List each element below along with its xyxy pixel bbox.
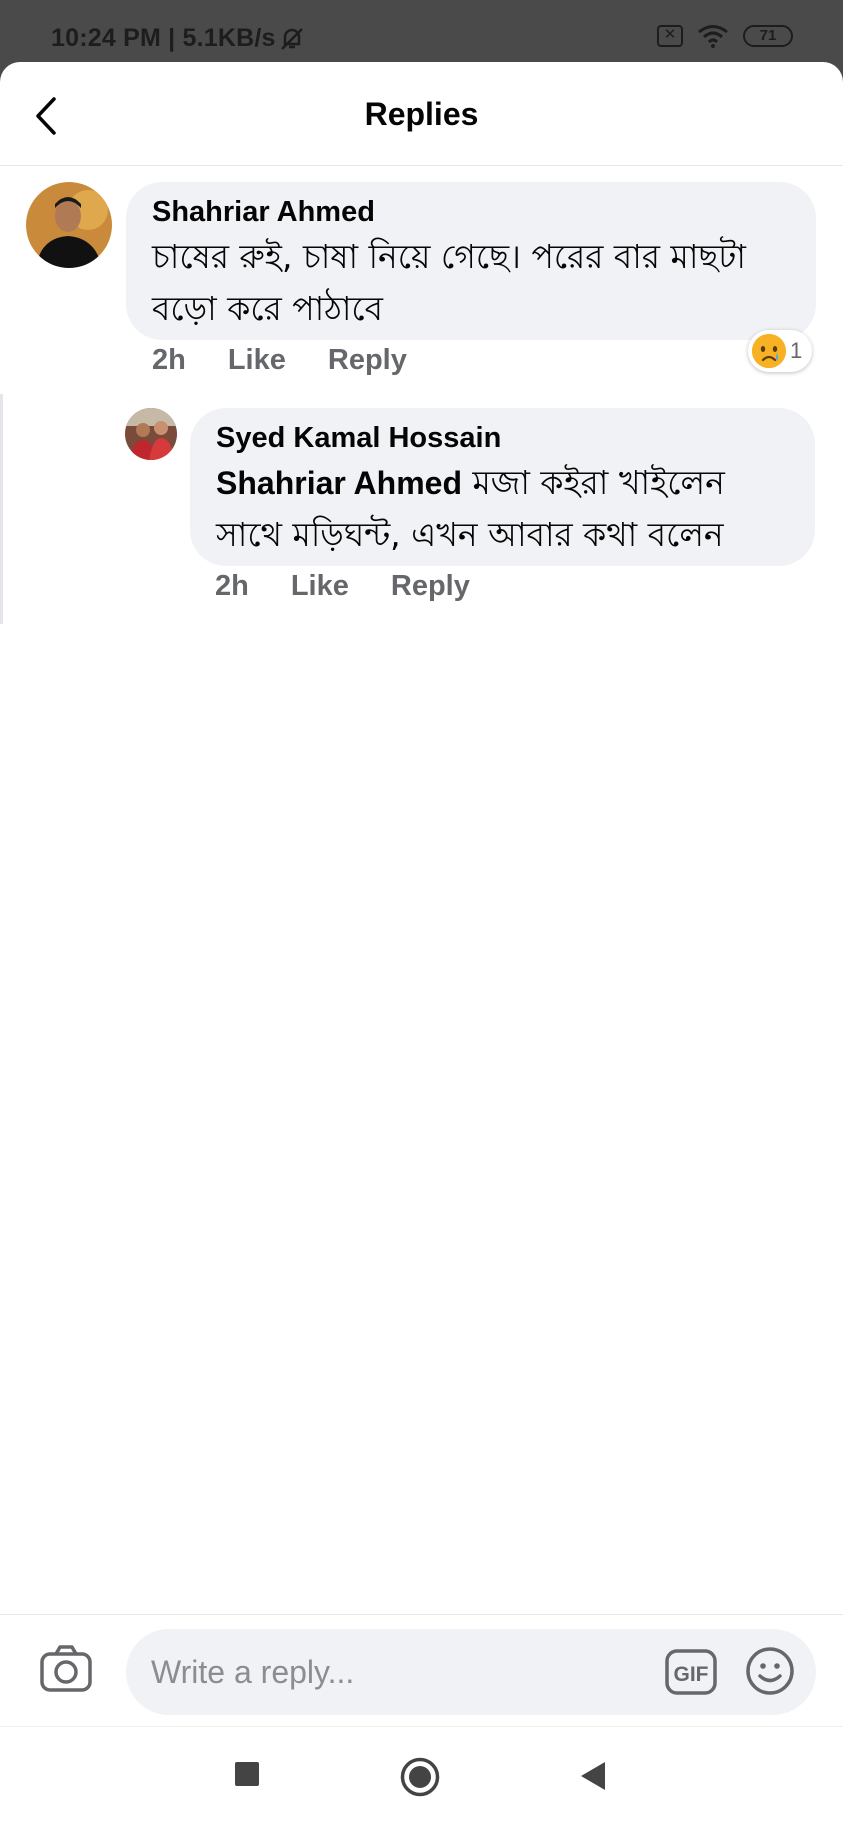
status-bar: 10:24 PM | 5.1KB/s ✕ 71: [0, 0, 843, 70]
thread-line: [0, 394, 3, 624]
avatar[interactable]: [125, 408, 177, 460]
avatar[interactable]: [26, 182, 112, 268]
reaction-badge[interactable]: 1: [748, 330, 813, 372]
header: Replies: [0, 62, 843, 166]
mention-link[interactable]: Shahriar Ahmed: [216, 465, 462, 501]
mute-bell-icon: [281, 28, 303, 50]
reply-comment: Syed Kamal Hossain Shahriar Ahmed মজা কই…: [125, 408, 815, 602]
comment-author[interactable]: Syed Kamal Hossain: [216, 422, 789, 455]
comment-text: Shahriar Ahmed মজা কইরা খাইলেন সাথে মড়ি…: [216, 457, 789, 561]
sim-x-icon: ✕: [657, 25, 683, 47]
comment-time: 2h: [152, 344, 186, 376]
page-title: Replies: [364, 96, 479, 132]
like-button[interactable]: Like: [291, 570, 349, 603]
reply-composer: GIF: [0, 1614, 843, 1726]
like-button[interactable]: Like: [228, 344, 286, 377]
reply-button[interactable]: Reply: [328, 344, 407, 377]
comment-time: 2h: [215, 570, 249, 602]
system-nav-bar: [0, 1726, 843, 1827]
sad-face-icon: [752, 334, 786, 368]
comment-actions: 2h Like Reply: [215, 570, 512, 603]
comment-text: চাষের রুই, চাষা নিয়ে গেছে। পরের বার মাছ…: [152, 237, 746, 328]
comment-bubble[interactable]: Syed Kamal Hossain Shahriar Ahmed মজা কই…: [190, 408, 815, 566]
replies-sheet: Replies Shahriar Ahmed চাষের রুই, চাষা ন…: [0, 62, 843, 1827]
battery-icon: 71: [743, 25, 793, 47]
recents-square-icon[interactable]: [234, 1761, 260, 1787]
comment-author[interactable]: Shahriar Ahmed: [152, 196, 790, 229]
wifi-icon: [698, 25, 728, 48]
gif-label: GIF: [674, 1663, 709, 1686]
status-icons: ✕ 71: [657, 24, 793, 48]
comment: Shahriar Ahmed চাষের রুই, চাষা নিয়ে গেছ…: [26, 182, 816, 376]
comment-actions: 2h Like Reply: [152, 344, 449, 377]
home-circle-icon[interactable]: [400, 1757, 440, 1797]
status-time: 10:24 PM | 5.1KB/s: [51, 24, 276, 52]
gif-button[interactable]: GIF: [665, 1649, 717, 1695]
comment-bubble[interactable]: Shahriar Ahmed চাষের রুই, চাষা নিয়ে গেছ…: [126, 182, 816, 340]
smiley-icon[interactable]: [744, 1645, 796, 1697]
reaction-count: 1: [790, 338, 803, 363]
reply-button[interactable]: Reply: [391, 570, 470, 603]
camera-icon[interactable]: [38, 1641, 94, 1697]
back-triangle-icon[interactable]: [580, 1761, 606, 1791]
